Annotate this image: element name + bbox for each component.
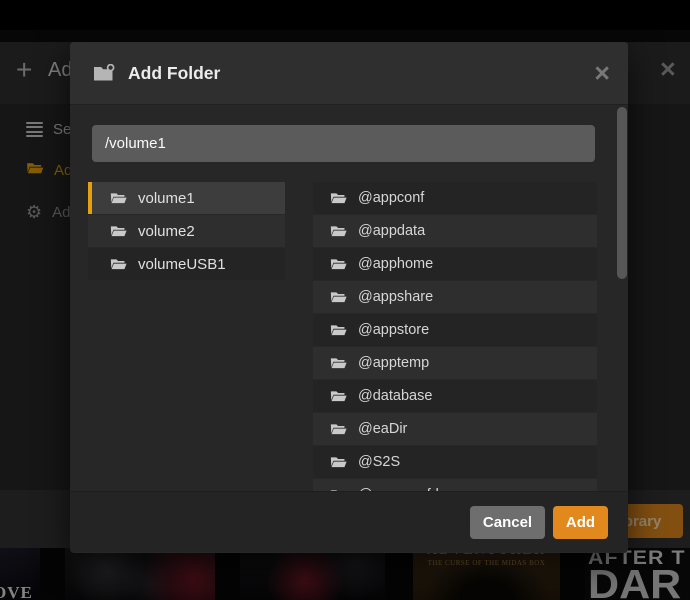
folder-name: @eaDir: [358, 421, 408, 437]
folder-item-database[interactable]: @database: [313, 380, 597, 412]
folder-path-input[interactable]: [92, 125, 595, 162]
dialog-header: Add Folder ×: [70, 42, 628, 104]
folder-open-icon: [330, 422, 347, 436]
folder-open-icon: [330, 290, 347, 304]
folder-item-apphome[interactable]: @apphome: [313, 248, 597, 280]
cancel-button[interactable]: Cancel: [470, 505, 545, 539]
folder-item-apptemp[interactable]: @apptemp: [313, 347, 597, 379]
screen: + Ad × Selec Add f ⚙ Adva ibrary: [0, 0, 690, 600]
folder-open-icon: [110, 191, 127, 205]
folder-open-icon: [330, 191, 347, 205]
folder-item-S2S[interactable]: @S2S: [313, 446, 597, 478]
subfolder-list: @appconf @appdata @apphome @appshare @ap…: [313, 182, 597, 491]
scrollbar-thumb[interactable]: [617, 107, 627, 279]
folder-item-eaDir[interactable]: @eaDir: [313, 413, 597, 445]
folder-open-icon: [110, 257, 127, 271]
add-button[interactable]: Add: [553, 505, 608, 539]
folder-open-icon: [110, 224, 127, 238]
folder-name: @appconf: [358, 190, 425, 206]
folder-open-icon: [330, 389, 347, 403]
folder-open-icon: [330, 323, 347, 337]
volume-item-volume2[interactable]: volume2: [88, 215, 285, 247]
folder-item-appconf[interactable]: @appconf: [313, 182, 597, 214]
add-folder-dialog: Add Folder × volume1 volume2: [70, 42, 628, 553]
folder-name: @apphome: [358, 256, 434, 272]
volume-name: volumeUSB1: [138, 255, 226, 273]
folder-open-icon: [330, 224, 347, 238]
folder-open-icon: [330, 356, 347, 370]
close-icon[interactable]: ×: [594, 59, 610, 87]
folder-name: @apptemp: [358, 355, 430, 371]
folder-name: @S2S: [358, 454, 401, 470]
volume-item-volume1[interactable]: volume1: [88, 182, 285, 214]
folder-name: @appshare: [358, 289, 434, 305]
folder-item-synoconfd[interactable]: @synoconfd: [313, 479, 597, 491]
folder-open-icon: [330, 455, 347, 469]
folder-open-icon: [330, 257, 347, 271]
volume-list: volume1 volume2 volumeUSB1: [88, 182, 285, 281]
volume-name: volume2: [138, 222, 195, 240]
folder-name: @appdata: [358, 223, 426, 239]
dialog-body: volume1 volume2 volumeUSB1: [70, 104, 628, 491]
folder-item-appshare[interactable]: @appshare: [313, 281, 597, 313]
dialog-title: Add Folder: [128, 62, 221, 83]
folder-add-icon: [92, 63, 115, 83]
folder-item-appdata[interactable]: @appdata: [313, 215, 597, 247]
dialog-footer: Cancel Add: [70, 491, 628, 552]
folder-name: @appstore: [358, 322, 430, 338]
volume-item-volumeUSB1[interactable]: volumeUSB1: [88, 248, 285, 280]
folder-item-appstore[interactable]: @appstore: [313, 314, 597, 346]
volume-name: volume1: [138, 189, 195, 207]
folder-name: @database: [358, 388, 433, 404]
